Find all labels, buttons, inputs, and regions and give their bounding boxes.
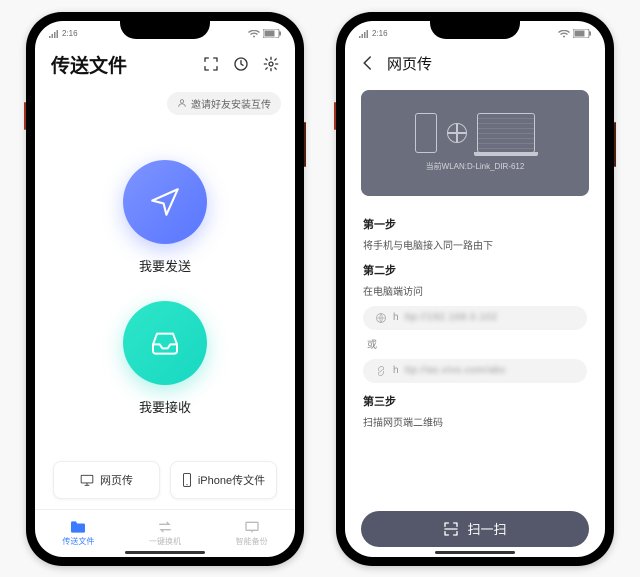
phone-frame-left: 2:16 传送文件 邀请好友安装互传 我要发送 <box>26 12 304 566</box>
home-indicator <box>125 551 205 554</box>
step3-title: 第三步 <box>363 393 587 409</box>
swap-icon <box>157 520 173 534</box>
status-time: 2:16 <box>372 29 388 38</box>
scan-label: 扫一扫 <box>467 519 506 538</box>
device-laptop-icon <box>477 113 535 153</box>
notch <box>430 21 520 39</box>
step3-desc: 扫描网页端二维码 <box>363 414 587 429</box>
settings-icon[interactable] <box>263 56 279 72</box>
illustration-banner: 当前WLAN:D-Link_DIR-612 <box>361 90 589 196</box>
send-label: 我要发送 <box>139 256 191 275</box>
paper-plane-icon <box>148 185 182 219</box>
backup-icon <box>244 520 260 534</box>
battery-icon <box>263 29 281 38</box>
folder-icon <box>69 520 87 534</box>
history-icon[interactable] <box>233 56 249 72</box>
battery-icon <box>573 29 591 38</box>
address-row-1[interactable]: h ttp://192.168.0.102 <box>363 306 587 330</box>
step1-title: 第一步 <box>363 216 587 232</box>
device-phone-icon <box>415 113 437 153</box>
monitor-icon <box>80 474 94 486</box>
bottom-tabbar: 传送文件 一键换机 智能备份 <box>35 509 295 557</box>
notch <box>120 21 210 39</box>
page-title: 网页传 <box>387 53 432 74</box>
screen-transfer-files: 2:16 传送文件 邀请好友安装互传 我要发送 <box>35 21 295 557</box>
step1-desc: 将手机与电脑接入同一路由下 <box>363 237 587 252</box>
receive-label: 我要接收 <box>139 397 191 416</box>
phone-frame-right: 2:16 网页传 当前WLAN:D-Link_DIR-612 第一步 将手机与电… <box>336 12 614 566</box>
wifi-icon <box>248 30 260 38</box>
header: 传送文件 <box>35 43 295 86</box>
steps: 第一步 将手机与电脑接入同一路由下 第二步 在电脑端访问 h ttp://192.… <box>345 206 605 429</box>
addr1-value: ttp://192.168.0.102 <box>405 312 498 323</box>
wifi-icon <box>558 30 570 38</box>
signal-icon <box>49 30 59 38</box>
app-title: 传送文件 <box>51 51 127 78</box>
invite-label: 邀请好友安装互传 <box>191 96 271 111</box>
globe-icon <box>447 123 467 143</box>
or-label: 或 <box>367 336 587 351</box>
send-circle <box>123 160 207 244</box>
phone-icon <box>182 473 192 487</box>
signal-icon <box>359 30 369 38</box>
receive-action[interactable]: 我要接收 <box>123 301 207 416</box>
receive-circle <box>123 301 207 385</box>
addr2-prefix: h <box>393 365 399 376</box>
tab2-label: 一键换机 <box>149 536 181 547</box>
main-actions: 我要发送 我要接收 <box>35 119 295 461</box>
tab-transfer[interactable]: 传送文件 <box>35 510 122 557</box>
link-small-icon <box>375 365 387 377</box>
web-transfer-card[interactable]: 网页传 <box>53 461 160 499</box>
invite-friends-button[interactable]: 邀请好友安装互传 <box>167 92 281 115</box>
back-icon[interactable] <box>359 54 377 72</box>
home-indicator <box>435 551 515 554</box>
bottom-options: 网页传 iPhone传文件 <box>35 461 295 509</box>
globe-small-icon <box>375 312 387 324</box>
addr2-value: ttp://as.vivo.com/abc <box>405 365 507 376</box>
screen-web-transfer: 2:16 网页传 当前WLAN:D-Link_DIR-612 第一步 将手机与电… <box>345 21 605 557</box>
iphone-card-label: iPhone传文件 <box>198 472 265 488</box>
scan-icon[interactable] <box>203 56 219 72</box>
wifi-name-label: 当前WLAN:D-Link_DIR-612 <box>426 161 525 172</box>
send-action[interactable]: 我要发送 <box>123 160 207 275</box>
tab1-label: 传送文件 <box>62 536 94 547</box>
address-row-2[interactable]: h ttp://as.vivo.com/abc <box>363 359 587 383</box>
tab-switch-phone[interactable]: 一键换机 <box>122 510 209 557</box>
header: 网页传 <box>345 43 605 84</box>
step2-title: 第二步 <box>363 262 587 278</box>
iphone-transfer-card[interactable]: iPhone传文件 <box>170 461 277 499</box>
tab3-label: 智能备份 <box>236 536 268 547</box>
tab-backup[interactable]: 智能备份 <box>208 510 295 557</box>
addr1-prefix: h <box>393 312 399 323</box>
user-icon <box>177 98 187 108</box>
status-time: 2:16 <box>62 29 78 38</box>
step2-desc: 在电脑端访问 <box>363 283 587 298</box>
scan-icon <box>443 521 459 537</box>
web-card-label: 网页传 <box>100 472 133 488</box>
scan-button[interactable]: 扫一扫 <box>361 511 589 547</box>
inbox-icon <box>149 327 181 359</box>
